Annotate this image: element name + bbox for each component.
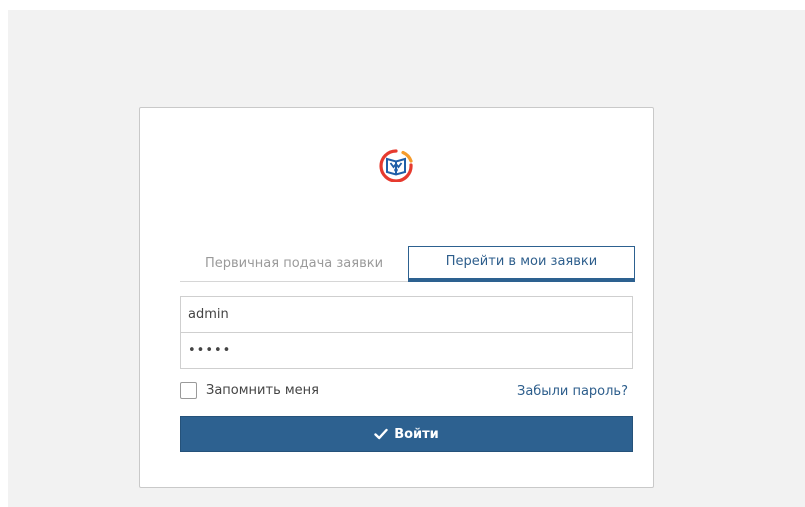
remember-checkbox[interactable] [180,381,197,399]
login-card: Первичная подача заявки Перейти в мои за… [139,107,654,488]
login-button[interactable]: Войти [180,416,633,452]
check-icon [374,428,388,440]
book-logo-icon [379,149,413,182]
forgot-password-link[interactable]: Забыли пароль? [517,384,628,399]
tab-my-requests[interactable]: Перейти в мои заявки [408,246,635,282]
remember-label: Запомнить меня [206,382,320,398]
login-tabs: Первичная подача заявки Перейти в мои за… [180,246,635,282]
password-input[interactable] [180,332,633,369]
tab-primary-submission[interactable]: Первичная подача заявки [180,246,408,282]
login-input[interactable] [180,296,633,333]
login-button-label: Войти [394,426,439,442]
remember-me[interactable]: Запомнить меня [180,380,319,400]
